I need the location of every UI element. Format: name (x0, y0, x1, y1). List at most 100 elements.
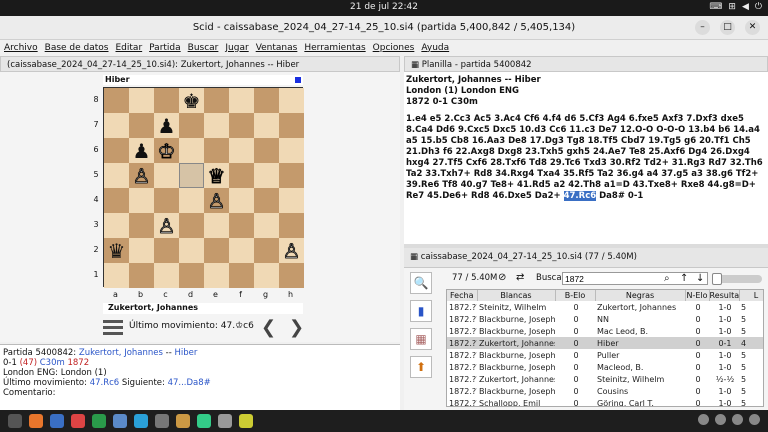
square-d8[interactable]: ♚ (179, 88, 204, 113)
square-g2[interactable] (254, 238, 279, 263)
square-d1[interactable] (179, 263, 204, 288)
arrow-down-icon[interactable]: ↓ (696, 273, 704, 284)
power-icon[interactable]: ⏻ (755, 2, 762, 12)
square-g1[interactable] (254, 263, 279, 288)
stats-icon[interactable]: ▮ (410, 300, 432, 322)
square-e7[interactable] (204, 113, 229, 138)
menu-archivo[interactable]: Archivo (4, 43, 38, 53)
square-c7[interactable]: ♟ (154, 113, 179, 138)
browser-icon[interactable] (71, 414, 85, 428)
menu-base-de-datos[interactable]: Base de datos (45, 43, 109, 53)
previous-move-icon[interactable]: ❮ (261, 317, 276, 338)
table-row[interactable]: 1872.??.??Schallopp, Emil 0 Göring, Carl T… (447, 397, 763, 407)
square-d7[interactable] (179, 113, 204, 138)
board-menu-icon[interactable] (103, 320, 123, 336)
board-icon[interactable]: ▦ (410, 328, 432, 350)
moves-before-current[interactable]: 1.e4 e5 2.Cc3 Ac5 3.Ac4 Cf6 4.f4 d6 5.Cf… (406, 114, 763, 201)
square-f7[interactable] (229, 113, 254, 138)
square-e8[interactable] (204, 88, 229, 113)
board-window-tab[interactable]: (caissabase_2024_04_27-14_25_10.si4): Zu… (0, 56, 400, 72)
last-move-link[interactable]: 47.Rc6 (90, 378, 120, 388)
menu-partida[interactable]: Partida (149, 43, 181, 53)
current-move[interactable]: 47.Rc6 (563, 191, 597, 201)
close-icon[interactable]: ✕ (745, 20, 760, 35)
telegram-icon[interactable] (134, 414, 148, 428)
column-header-resultado[interactable]: Resulta (709, 290, 740, 301)
table-row[interactable]: 1872.??.??Blackburne, Joseph 0 Macleod, B.… (447, 361, 763, 373)
white-piece-b5[interactable]: ♙ (132, 165, 151, 186)
square-d3[interactable] (179, 213, 204, 238)
menu-ayuda[interactable]: Ayuda (421, 43, 449, 53)
next-move-icon[interactable]: ❯ (289, 317, 304, 338)
table-row[interactable]: 1872.??.??Blackburne, Joseph 0 Cousins 0 1-0… (447, 385, 763, 397)
tray-icon-4[interactable] (749, 414, 760, 425)
column-header-fecha[interactable]: Fecha (447, 290, 478, 301)
column-header-negras[interactable]: Negras (595, 290, 686, 301)
filter-settings-icon[interactable]: ⇄ (516, 272, 524, 283)
menu-jugar[interactable]: Jugar (225, 43, 248, 53)
square-d5[interactable] (179, 163, 204, 188)
menu-opciones[interactable]: Opciones (373, 43, 415, 53)
menu-buscar[interactable]: Buscar (188, 43, 219, 53)
notation-window-tab[interactable]: ▦ Planilla - partida 5400842 (404, 56, 768, 72)
editor-icon[interactable] (176, 414, 190, 428)
next-move-link[interactable]: 47...Da8# (168, 378, 211, 388)
square-b2[interactable] (129, 238, 154, 263)
app-grid-icon[interactable] (8, 414, 22, 428)
game-notation-panel[interactable]: Zukertort, Johannes -- Hiber London (1) … (404, 72, 768, 244)
black-piece-c7[interactable]: ♟ (158, 116, 176, 136)
square-g4[interactable] (254, 188, 279, 213)
black-player-link[interactable]: Hiber (174, 348, 197, 358)
square-b3[interactable] (129, 213, 154, 238)
square-h1[interactable] (279, 263, 304, 288)
table-row[interactable]: 1872.??.??Zukertort, Johannes 0 Steinitz, … (447, 373, 763, 385)
square-b6[interactable]: ♟ (129, 138, 154, 163)
white-piece-h2[interactable]: ♙ (282, 240, 301, 261)
network-icon[interactable]: ⊞ (728, 2, 736, 12)
column-header-l[interactable]: L (739, 290, 763, 301)
white-piece-e5[interactable]: ♕ (207, 165, 226, 186)
white-piece-c3[interactable]: ♙ (157, 215, 176, 236)
export-icon[interactable]: ⬆ (410, 356, 432, 378)
square-a5[interactable] (104, 163, 129, 188)
black-piece-b6[interactable]: ♟ (133, 141, 151, 161)
table-row[interactable]: 1872.??.??Blackburne, Joseph 0 NN 0 1-0 5 (447, 313, 763, 325)
square-f1[interactable] (229, 263, 254, 288)
black-piece-a2[interactable]: ♛ (108, 241, 126, 261)
minimize-icon[interactable]: – (695, 20, 710, 35)
square-e5[interactable]: ♕ (204, 163, 229, 188)
thunderbird-icon[interactable] (50, 414, 64, 428)
language-icon[interactable]: ⌨ (709, 2, 722, 12)
table-row[interactable]: 1872.??.??Steinitz, Wilhelm 0 Zukertort, J… (447, 301, 763, 313)
square-a8[interactable] (104, 88, 129, 113)
square-b7[interactable] (129, 113, 154, 138)
square-d2[interactable] (179, 238, 204, 263)
square-g6[interactable] (254, 138, 279, 163)
size-slider-knob[interactable] (712, 273, 722, 285)
eco-code[interactable]: C30m (37, 358, 67, 368)
square-c8[interactable] (154, 88, 179, 113)
arrow-up-icon[interactable]: ↑ (680, 273, 688, 284)
square-f3[interactable] (229, 213, 254, 238)
files-icon[interactable] (113, 414, 127, 428)
square-a6[interactable] (104, 138, 129, 163)
white-piece-c6[interactable]: ♔ (157, 140, 176, 161)
table-row[interactable]: 1872.??.??Blackburne, Joseph 0 Puller 0 1-0 5 (447, 349, 763, 361)
square-c3[interactable]: ♙ (154, 213, 179, 238)
table-row[interactable]: 1872.??.??Zukertort, Johannes0Hiber00-14 (447, 337, 763, 349)
square-g7[interactable] (254, 113, 279, 138)
menu-herramientas[interactable]: Herramientas (304, 43, 365, 53)
filter-reset-icon[interactable]: ⊘ (498, 272, 506, 283)
square-h8[interactable] (279, 88, 304, 113)
square-c4[interactable] (154, 188, 179, 213)
square-f8[interactable] (229, 88, 254, 113)
square-a2[interactable]: ♛ (104, 238, 129, 263)
scid-icon[interactable] (239, 414, 253, 428)
column-header-n-elo[interactable]: N-Elo (685, 290, 710, 301)
column-header-blancas[interactable]: Blancas (477, 290, 556, 301)
white-piece-e4[interactable]: ♙ (207, 190, 226, 211)
system-clock[interactable]: 21 de jul 22:42 (0, 2, 768, 12)
square-b1[interactable] (129, 263, 154, 288)
square-c6[interactable]: ♔ (154, 138, 179, 163)
firefox-icon[interactable] (29, 414, 43, 428)
